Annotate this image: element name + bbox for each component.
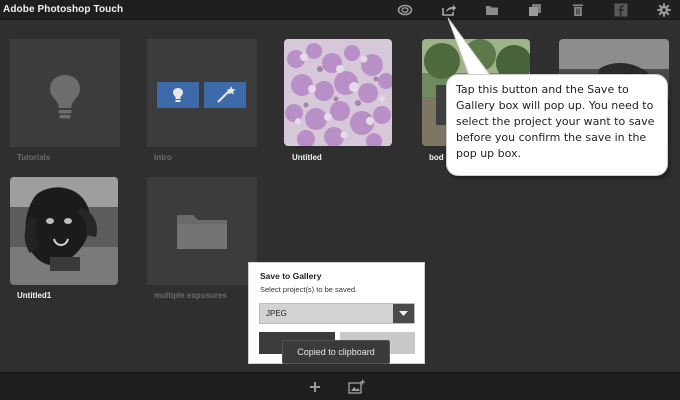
copy-icon[interactable] — [526, 2, 544, 18]
app-title: Adobe Photoshop Touch — [3, 4, 124, 15]
bod-label: bod — [429, 153, 444, 162]
trash-icon[interactable] — [569, 2, 587, 18]
creative-cloud-icon[interactable] — [396, 2, 414, 18]
multiple-exposures-tile[interactable] — [147, 177, 257, 285]
untitled-thumbnail[interactable] — [284, 39, 392, 146]
tutorials-label: Tutorials — [17, 153, 51, 162]
chevron-down-icon[interactable] — [393, 304, 414, 323]
add-image-icon[interactable] — [348, 379, 366, 395]
untitled-label: Untitled — [292, 153, 322, 162]
facebook-icon[interactable] — [612, 2, 630, 18]
gear-icon[interactable] — [655, 2, 673, 18]
instruction-callout: Tap this button and the Save to Gallery … — [446, 74, 668, 176]
format-select[interactable]: JPEG — [259, 303, 415, 324]
bottom-bar — [0, 372, 680, 400]
format-select-value: JPEG — [266, 309, 287, 318]
intro-tile[interactable] — [147, 39, 257, 147]
add-icon[interactable] — [306, 379, 324, 395]
intro-thumbnails — [157, 82, 246, 108]
tutorials-tile[interactable] — [10, 39, 120, 147]
top-bar: Adobe Photoshop Touch — [0, 0, 680, 20]
dialog-subtitle: Select project(s) to be saved. — [260, 285, 358, 294]
intro-label: Intro — [154, 153, 172, 162]
untitled1-label: Untitled1 — [17, 291, 52, 300]
lightbulb-icon — [50, 75, 80, 119]
multiple-exposures-label: multiple exposures — [154, 291, 227, 300]
clipboard-toast: Copied to clipboard — [282, 340, 390, 364]
folder-icon[interactable] — [483, 2, 501, 18]
dialog-title: Save to Gallery — [260, 271, 322, 281]
callout-text: Tap this button and the Save to Gallery … — [456, 83, 655, 160]
toast-text: Copied to clipboard — [297, 347, 375, 357]
untitled1-thumbnail[interactable] — [10, 177, 118, 285]
folder-icon — [177, 215, 227, 249]
share-icon[interactable] — [440, 2, 458, 18]
